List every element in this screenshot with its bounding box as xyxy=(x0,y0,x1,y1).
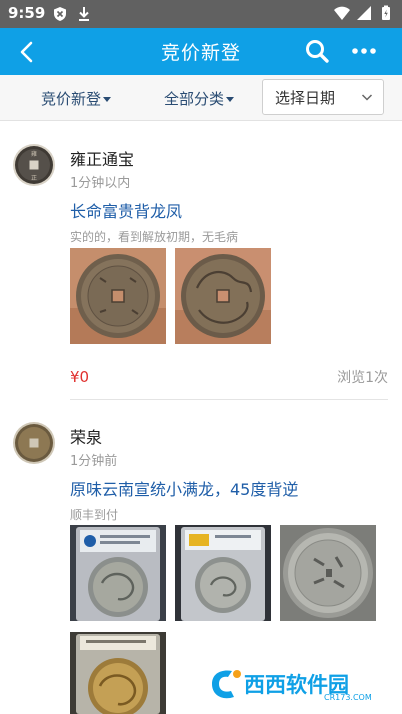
caret-down-icon xyxy=(226,97,235,102)
category-filter-dropdown[interactable]: 全部分类 xyxy=(164,88,235,109)
caret-down-icon xyxy=(103,97,112,102)
user-name[interactable]: 雍正通宝 xyxy=(70,146,134,170)
more-dots-icon[interactable] xyxy=(350,38,378,64)
coin-closeup-image xyxy=(280,525,376,621)
avatar[interactable]: 雍 正 xyxy=(13,144,55,186)
post-item[interactable]: 雍 正 雍正通宝 1分钟以内 长命富贵背龙凤 实的的，看到解放初期，无毛病 ¥0… xyxy=(0,121,402,401)
sort-filter-label: 竞价新登 xyxy=(41,90,102,108)
coin-avatar-image xyxy=(13,422,55,464)
coin-photo[interactable] xyxy=(280,525,376,621)
date-select-placeholder: 选择日期 xyxy=(275,89,336,107)
svg-text:正: 正 xyxy=(31,175,37,182)
graded-coin-slab-image xyxy=(175,525,271,621)
chevron-down-icon xyxy=(361,94,373,101)
app-bar: 竞价新登 xyxy=(0,28,402,75)
post-title[interactable]: 长命富贵背龙凤 xyxy=(70,198,182,222)
status-time: 9:59 xyxy=(8,4,46,22)
category-filter-label: 全部分类 xyxy=(164,90,225,108)
sort-filter-dropdown[interactable]: 竞价新登 xyxy=(41,88,112,109)
status-bar: 9:59 xyxy=(0,0,402,28)
wifi-icon xyxy=(334,6,350,20)
coin-back-image xyxy=(175,248,271,344)
post-description: 实的的，看到解放初期，无毛病 xyxy=(70,230,239,244)
post-time: 1分钟以内 xyxy=(70,176,131,191)
coin-photo[interactable] xyxy=(70,525,166,621)
date-select[interactable]: 选择日期 xyxy=(262,79,384,115)
watermark: 西西软件园 CR173.COM xyxy=(204,664,382,704)
coin-photo[interactable] xyxy=(175,525,271,621)
graded-gold-coin-image xyxy=(70,632,166,714)
user-name[interactable]: 荣泉 xyxy=(70,424,102,448)
signal-icon xyxy=(357,6,371,20)
coin-avatar-image: 雍 正 xyxy=(13,144,55,186)
post-description: 顺丰到付 xyxy=(70,508,119,522)
graded-coin-slab-image xyxy=(70,525,166,621)
search-icon[interactable] xyxy=(304,38,330,64)
shield-notification-icon xyxy=(54,7,66,21)
watermark-logo: 西西软件园 CR173.COM xyxy=(212,670,372,702)
watermark-url: CR173.COM xyxy=(324,693,372,702)
download-icon xyxy=(79,7,89,21)
filter-bar: 竞价新登 全部分类 选择日期 xyxy=(0,75,402,121)
divider xyxy=(70,399,388,400)
page-title: 竞价新登 xyxy=(160,42,241,64)
coin-photo[interactable] xyxy=(70,248,166,344)
price: ¥0 xyxy=(70,368,90,386)
battery-icon xyxy=(382,5,390,20)
view-count: 浏览1次 xyxy=(337,370,388,386)
post-title[interactable]: 原味云南宣统小满龙，45度背逆 xyxy=(70,476,298,500)
svg-text:雍: 雍 xyxy=(31,150,37,158)
coin-front-image xyxy=(70,248,166,344)
coin-photo[interactable] xyxy=(175,248,271,344)
coin-photo[interactable] xyxy=(70,632,166,714)
post-time: 1分钟前 xyxy=(70,454,118,469)
avatar[interactable] xyxy=(13,422,55,464)
